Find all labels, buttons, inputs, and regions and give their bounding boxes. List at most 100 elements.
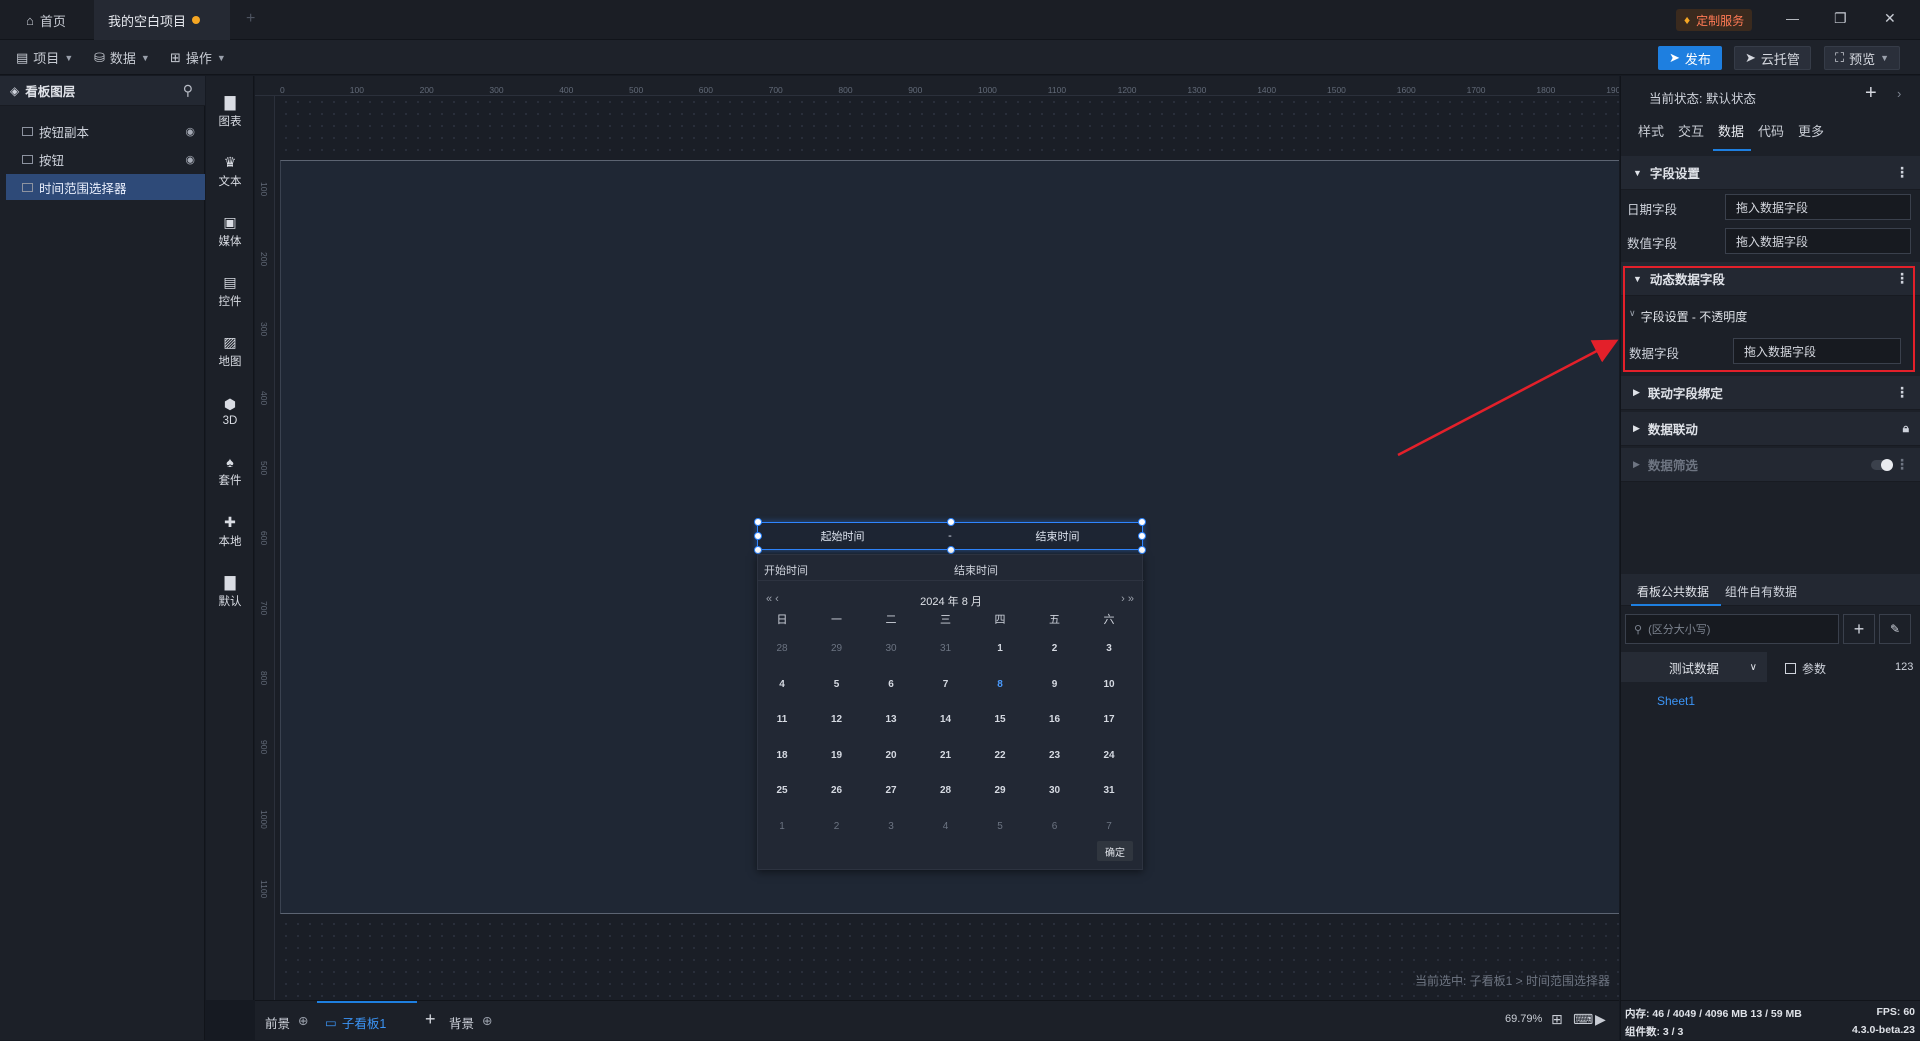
fit-screen-icon[interactable]: ⊞ <box>1551 1011 1563 1028</box>
eye-hidden-icon[interactable]: ◉ <box>185 125 195 138</box>
minimize-icon[interactable]: — <box>1786 11 1799 26</box>
resize-handle[interactable] <box>1138 532 1146 540</box>
tool-text[interactable]: ♛ 文本 <box>206 142 254 200</box>
add-board-icon[interactable]: + <box>425 1009 436 1030</box>
calendar-day[interactable]: 6 <box>1035 821 1075 832</box>
calendar-day[interactable]: 23 <box>1035 750 1075 761</box>
calendar-day[interactable]: 5 <box>817 679 857 690</box>
calendar-day[interactable]: 4 <box>762 679 802 690</box>
canvas-area[interactable]: 0 100 200 300 400 500 600 700 800 900 1000 1100 1200… <box>255 76 1619 1000</box>
add-state-icon[interactable]: + <box>1865 82 1877 105</box>
preview-button[interactable]: ⛶ 预览 ▼ <box>1824 46 1901 70</box>
sheet-item[interactable]: Sheet1 <box>1657 694 1695 708</box>
calendar-day[interactable]: 8 <box>980 679 1020 690</box>
calendar-day[interactable]: 30 <box>871 643 911 654</box>
value-field-input[interactable]: 拖入数据字段 <box>1725 228 1911 254</box>
resize-handle[interactable] <box>754 532 762 540</box>
tool-kit[interactable]: ♠ 套件 <box>206 442 254 500</box>
tool-media[interactable]: ▣ 媒体 <box>206 202 254 260</box>
next-month-icon[interactable]: › » <box>1121 593 1134 605</box>
calendar-day[interactable]: 28 <box>762 643 802 654</box>
tool-3d[interactable]: ⬢ 3D <box>206 382 254 440</box>
end-time-input[interactable]: 结束时间 <box>973 528 1142 544</box>
search-icon[interactable]: ⚲ <box>183 82 193 99</box>
eye-hidden-icon[interactable]: ◉ <box>185 153 195 166</box>
tab-more[interactable]: 更多 <box>1795 121 1827 140</box>
calendar-day[interactable]: 25 <box>762 785 802 796</box>
keyboard-icon[interactable]: ⌨ <box>1573 1011 1593 1028</box>
dataset-select[interactable]: 测试数据 ∨ <box>1621 652 1767 682</box>
tab-home[interactable]: ⌂ 首页 <box>12 0 80 40</box>
resize-handle[interactable] <box>1138 546 1146 554</box>
terminal-icon[interactable]: ▶ <box>1595 1011 1606 1028</box>
param-checkbox[interactable] <box>1785 663 1796 674</box>
tool-control[interactable]: ▤ 控件 <box>206 262 254 320</box>
field-settings-section[interactable]: ▼ 字段设置 ⋮ <box>1621 156 1920 190</box>
custom-service-button[interactable]: ♦ 定制服务 <box>1676 9 1753 31</box>
menu-data[interactable]: ⛁ 数据 ▼ <box>86 40 158 75</box>
calendar-day[interactable]: 10 <box>1089 679 1129 690</box>
calendar-day[interactable]: 4 <box>926 821 966 832</box>
publish-button[interactable]: ➤ 发布 <box>1658 46 1722 70</box>
tool-local[interactable]: ✚ 本地 <box>206 502 254 560</box>
resize-handle[interactable] <box>947 518 955 526</box>
calendar-day[interactable]: 11 <box>762 714 802 725</box>
calendar-day[interactable]: 2 <box>1035 643 1075 654</box>
tab-style[interactable]: 样式 <box>1635 121 1667 140</box>
resize-handle[interactable] <box>754 518 762 526</box>
more-vertical-icon[interactable]: ⋮ <box>1895 456 1909 473</box>
calendar-day[interactable]: 14 <box>926 714 966 725</box>
tab-own-data[interactable]: 组件自有数据 <box>1725 583 1797 600</box>
maximize-icon[interactable]: ❐ <box>1834 10 1847 27</box>
cloud-host-button[interactable]: ➤ 云托管 <box>1734 46 1811 70</box>
add-circle-icon[interactable]: ⊕ <box>298 1013 308 1032</box>
calendar-day[interactable]: 3 <box>1089 643 1129 654</box>
new-tab-icon[interactable]: + <box>246 10 255 28</box>
add-dataset-button[interactable]: + <box>1843 614 1875 644</box>
tab-public-data[interactable]: 看板公共数据 <box>1637 583 1709 600</box>
calendar-day[interactable]: 13 <box>871 714 911 725</box>
calendar-day[interactable]: 5 <box>980 821 1020 832</box>
calendar-day[interactable]: 18 <box>762 750 802 761</box>
calendar-day[interactable]: 27 <box>871 785 911 796</box>
calendar-day[interactable]: 26 <box>817 785 857 796</box>
resize-handle[interactable] <box>754 546 762 554</box>
dataset-search-input[interactable]: ⚲ (区分大小写) <box>1625 614 1839 644</box>
tab-foreground[interactable]: 前景 ⊕ <box>265 1013 309 1032</box>
tool-chart[interactable]: ▇ 图表 <box>206 82 254 140</box>
layer-item-selected[interactable]: 时间范围选择器 <box>6 174 205 200</box>
tab-data[interactable]: 数据 <box>1715 121 1747 140</box>
calendar-day[interactable]: 7 <box>926 679 966 690</box>
calendar-day[interactable]: 17 <box>1089 714 1129 725</box>
linkage-binding-section[interactable]: ▶ 联动字段绑定 ⋮ <box>1621 376 1920 410</box>
tab-project[interactable]: 我的空白项目 <box>94 0 230 40</box>
edit-icon[interactable]: ✎ <box>1879 614 1911 644</box>
tool-map[interactable]: ▨ 地图 <box>206 322 254 380</box>
calendar-day[interactable]: 30 <box>1035 785 1075 796</box>
panel-start-label[interactable]: 开始时间 <box>764 562 808 578</box>
calendar-day[interactable]: 31 <box>926 643 966 654</box>
calendar-day[interactable]: 31 <box>1089 785 1129 796</box>
calendar-day[interactable]: 6 <box>871 679 911 690</box>
start-time-input[interactable]: 起始时间 <box>758 528 927 544</box>
menu-operation[interactable]: ⊞ 操作 ▼ <box>162 40 234 75</box>
calendar-day[interactable]: 16 <box>1035 714 1075 725</box>
calendar-day[interactable]: 20 <box>871 750 911 761</box>
tool-default[interactable]: ▇ 默认 <box>206 562 254 620</box>
tab-background[interactable]: 背景 ⊕ <box>449 1013 493 1032</box>
calendar-day[interactable]: 3 <box>871 821 911 832</box>
param-row[interactable]: 参数 <box>1785 660 1826 677</box>
calendar-day[interactable]: 9 <box>1035 679 1075 690</box>
calendar-day[interactable]: 21 <box>926 750 966 761</box>
calendar-day[interactable]: 12 <box>817 714 857 725</box>
calendar-day[interactable]: 19 <box>817 750 857 761</box>
calendar-day[interactable]: 1 <box>762 821 802 832</box>
calendar-day[interactable]: 15 <box>980 714 1020 725</box>
calendar-day[interactable]: 1 <box>980 643 1020 654</box>
panel-end-label[interactable]: 结束时间 <box>954 562 998 578</box>
layer-item[interactable]: 按钮副本 ◉ <box>6 118 205 144</box>
calendar-day[interactable]: 7 <box>1089 821 1129 832</box>
date-field-input[interactable]: 拖入数据字段 <box>1725 194 1911 220</box>
layer-item[interactable]: 按钮 ◉ <box>6 146 205 172</box>
zoom-level[interactable]: 69.79% <box>1505 1013 1542 1025</box>
